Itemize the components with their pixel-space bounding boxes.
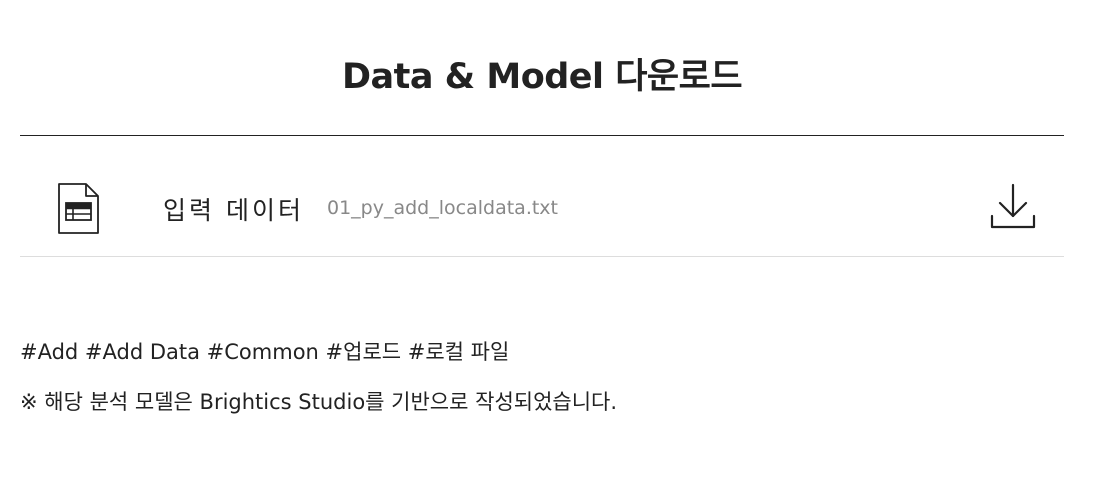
page-title: Data & Model 다운로드 <box>341 57 743 97</box>
tag-list: #Add #Add Data #Common #업로드 #로컬 파일 <box>20 340 510 364</box>
download-button[interactable] <box>988 182 1038 232</box>
spreadsheet-file-icon <box>56 181 102 237</box>
download-icon <box>990 183 1036 229</box>
file-name: 01_py_add_localdata.txt <box>327 197 558 219</box>
file-type-label: 입력 데이터 <box>163 196 304 225</box>
notice-text: ※ 해당 분석 모델은 Brightics Studio를 기반으로 작성되었습… <box>20 390 618 414</box>
download-file-row: 입력 데이터 01_py_add_localdata.txt <box>20 136 1064 257</box>
